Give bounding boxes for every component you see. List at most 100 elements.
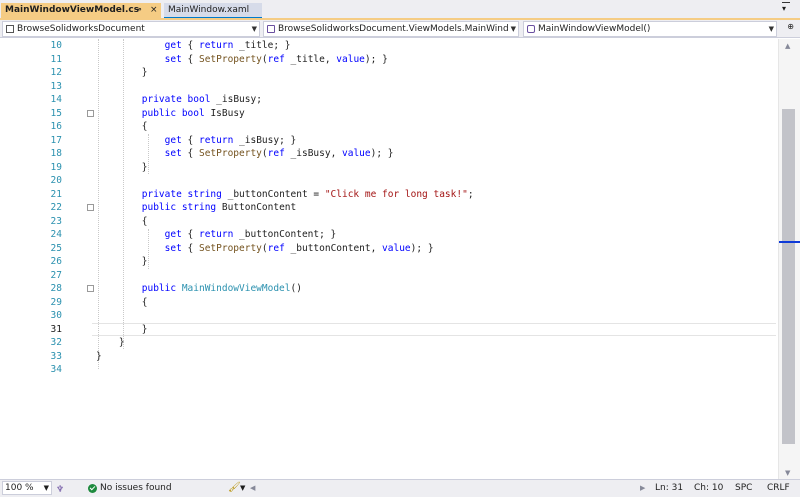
scroll-up-icon[interactable]: ▲ [785,42,790,50]
line-number: 11 [50,53,62,65]
code-cleanup-icon[interactable]: 🖌 [228,480,241,496]
copilot-icon[interactable]: ♆ [56,482,64,497]
code-line[interactable]: 21 private string _buttonContent = "Clic… [0,188,778,202]
code-line[interactable]: 17 get { return _isBusy; } [0,134,778,148]
code-text: { [96,296,148,310]
vertical-scrollbar[interactable]: ▲ ▼ [778,39,800,479]
code-line[interactable]: 32 } [0,336,778,350]
class-dropdown[interactable]: BrowseSolidworksDocument.ViewModels.Main… [263,21,519,37]
code-token: set [164,242,182,254]
code-line[interactable]: 29 { [0,296,778,310]
line-number: 23 [50,215,62,227]
line-ending-indicator[interactable]: CRLF [767,480,790,496]
line-number: 32 [50,337,62,348]
code-token: ref [267,148,285,159]
code-token: { [181,53,199,65]
code-text: } [96,323,148,337]
fold-toggle-icon[interactable] [87,109,94,117]
caret-position-marker [779,241,800,243]
code-token: ; [467,188,474,200]
pin-icon[interactable]: ⊸ [134,3,142,18]
line-number: 31 [50,323,62,335]
split-editor-icon[interactable]: ⊕ [787,22,794,31]
code-token: string [187,188,222,200]
code-line[interactable]: 10 get { return _title; } [0,39,778,53]
project-dropdown[interactable]: BrowseSolidworksDocument ▼ [2,21,260,37]
status-bar: 100 % ▼ ♆ No issues found 🖌 ▼ ◀ ▶ Ln: 31… [0,479,800,497]
code-line[interactable]: 14 private bool _isBusy; [0,93,778,107]
code-token: "Click me for long task!" [324,188,468,200]
code-token: } [96,161,148,173]
code-line[interactable]: 13 [0,80,778,94]
code-token: _isBusy, [284,148,343,159]
tab-mainwindowviewmodel-cs[interactable]: MainWindowViewModel.cs ⊸ × [1,3,161,18]
code-token: SetProperty [198,53,262,65]
scrollbar-thumb[interactable] [782,109,795,444]
code-token: return [198,134,234,146]
code-line[interactable]: 26 } [0,255,778,269]
code-line[interactable]: 15 public bool IsBusy [0,107,778,121]
whitespace-indicator[interactable]: SPC [735,480,752,496]
code-line[interactable]: 24 get { return _buttonContent; } [0,228,778,242]
line-indicator[interactable]: Ln: 31 [655,480,683,496]
code-token: { [181,134,199,146]
fold-toggle-icon[interactable] [87,204,94,211]
zoom-level-dropdown[interactable]: 100 % ▼ [2,481,52,495]
code-line[interactable]: 25 set { SetProperty(ref _buttonContent,… [0,242,778,256]
line-number: 15 [50,107,62,119]
code-text: public string ButtonContent [96,201,296,215]
code-line[interactable]: 22 public string ButtonContent [0,201,778,215]
chevron-down-icon[interactable]: ▼ [252,22,257,36]
member-dropdown[interactable]: MainWindowViewModel() ▼ [523,21,777,37]
code-token: value [382,242,411,254]
code-token: ); } [370,148,394,159]
code-line[interactable]: 30 [0,309,778,323]
code-token: value [342,148,371,159]
tab-mainwindow-xaml[interactable]: MainWindow.xaml [164,3,262,18]
code-line[interactable]: 28 public MainWindowViewModel() [0,282,778,296]
code-line[interactable]: 34 [0,363,778,377]
fold-toggle-icon[interactable] [87,285,94,292]
code-line[interactable]: 31 } [0,323,778,337]
code-line[interactable]: 11 set { SetProperty(ref _title, value);… [0,53,778,67]
code-line[interactable]: 20 [0,174,778,188]
project-name: BrowseSolidworksDocument [17,24,145,34]
code-editor[interactable]: 10 get { return _title; } 11 set { SetPro… [0,39,778,479]
code-line[interactable]: 23 { [0,215,778,229]
chevron-down-icon[interactable]: ▼ [511,22,516,36]
code-line[interactable]: 16 { [0,120,778,134]
code-line[interactable]: 27 [0,269,778,283]
code-line[interactable]: 33} [0,350,778,364]
scroll-right-icon[interactable]: ▶ [640,480,645,496]
code-token: { [96,121,148,132]
code-token: value [336,53,365,65]
close-tab-icon[interactable]: × [150,3,158,18]
code-line[interactable]: 18 set { SetProperty(ref _isBusy, value)… [0,147,778,161]
chevron-down-icon[interactable]: ▼ [769,22,774,36]
code-token: bool [187,94,211,105]
code-line[interactable]: 19 } [0,161,778,175]
class-name: BrowseSolidworksDocument.ViewModels.Main… [278,24,509,34]
line-number: 13 [50,80,62,92]
line-number: 10 [50,40,62,51]
tab-list-dropdown-icon[interactable]: ▾ [782,2,790,13]
code-token: SetProperty [198,242,262,254]
scroll-left-icon[interactable]: ◀ [250,480,255,496]
code-text: set { SetProperty(ref _isBusy, value); } [96,147,394,161]
scroll-down-icon[interactable]: ▼ [785,469,790,477]
code-text: } [96,350,102,364]
code-token: _isBusy; [210,94,262,105]
chevron-down-icon[interactable]: ▼ [240,480,245,496]
code-text: { [96,120,148,134]
issues-status[interactable]: No issues found [100,480,172,496]
column-indicator[interactable]: Ch: 10 [694,480,723,496]
code-line[interactable]: 12 } [0,66,778,80]
code-text: get { return _isBusy; } [96,134,297,148]
code-text: get { return _buttonContent; } [96,228,337,242]
line-number: 16 [50,121,62,132]
